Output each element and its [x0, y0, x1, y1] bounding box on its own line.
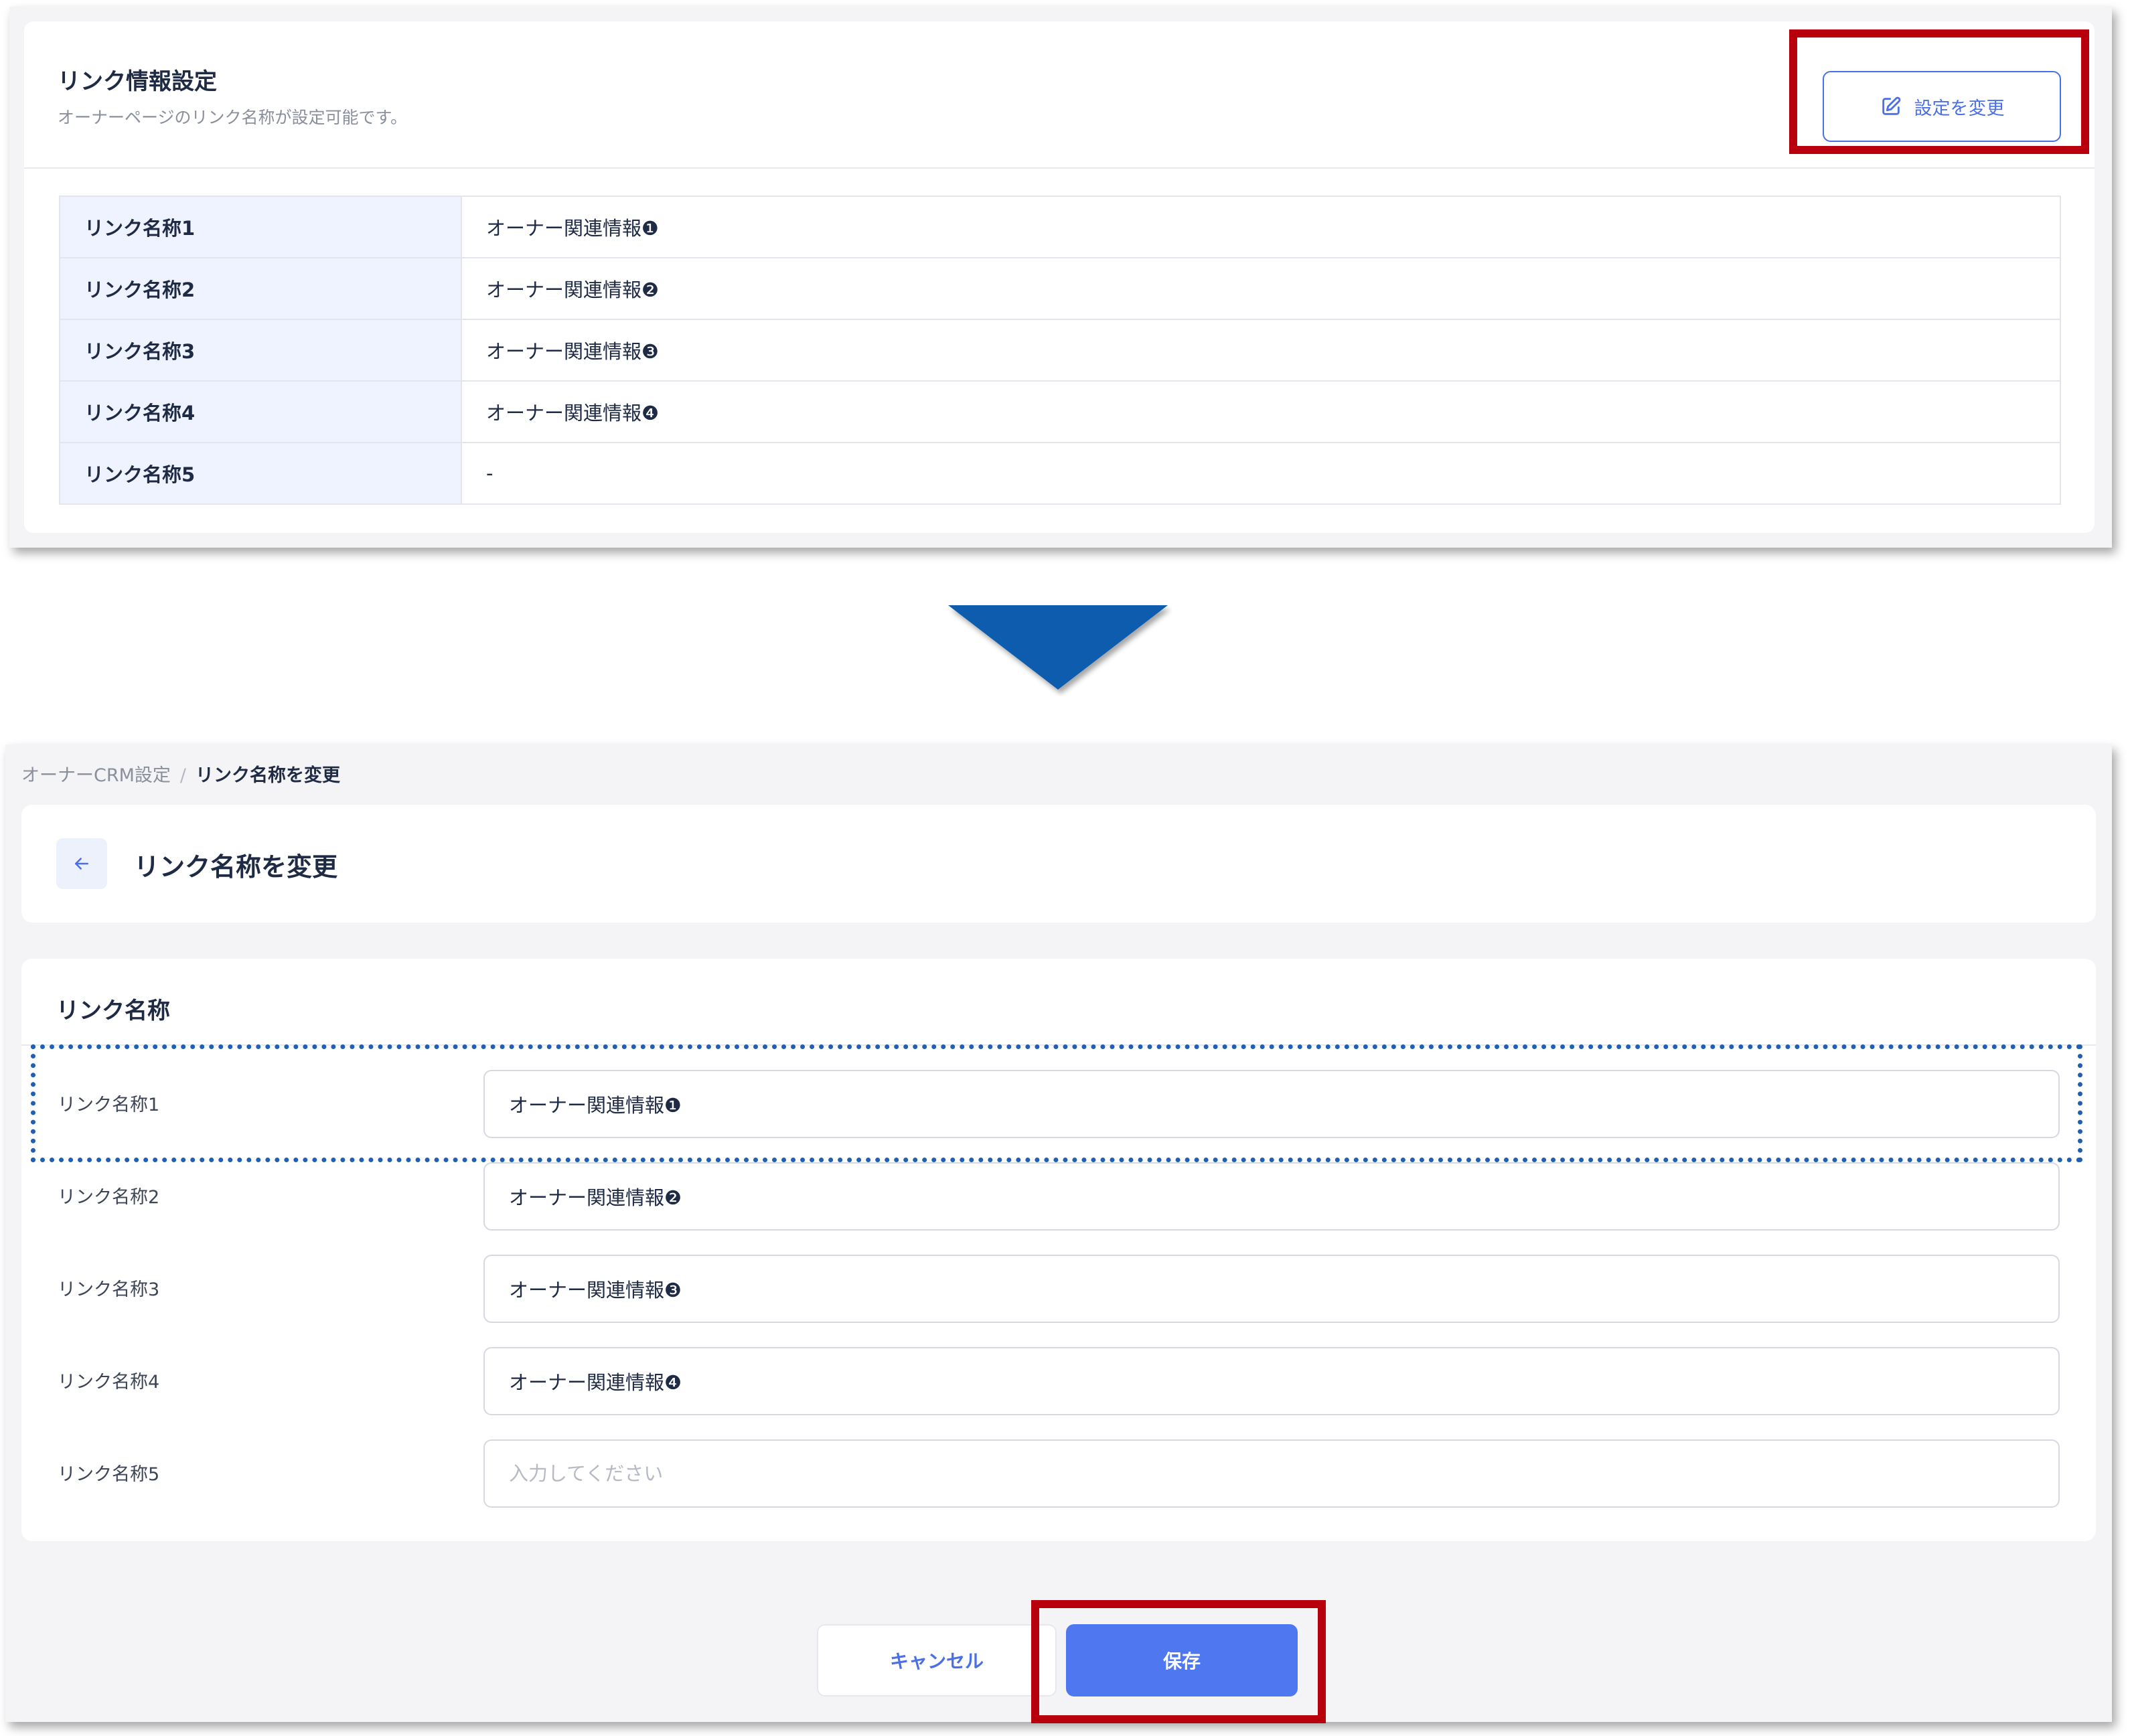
divider	[21, 1044, 2096, 1046]
row-label: リンク名称2	[59, 257, 462, 320]
field-label-5: リンク名称5	[58, 1464, 160, 1485]
page-header: リンク名称を変更	[21, 805, 2096, 923]
row-value: オーナー関連情報❹	[461, 380, 2061, 443]
table-row: リンク名称5 -	[59, 442, 2061, 505]
down-arrow-icon	[948, 605, 1168, 690]
row-label: リンク名称4	[59, 380, 462, 443]
link-name-2-input[interactable]	[483, 1162, 2060, 1231]
row-value: -	[461, 442, 2061, 505]
link-name-5-input[interactable]	[483, 1439, 2060, 1508]
row-value: オーナー関連情報❷	[461, 257, 2061, 320]
arrow-left-icon	[75, 858, 88, 870]
table-row: リンク名称4 オーナー関連情報❹	[59, 380, 2061, 443]
change-settings-label: 設定を変更	[1914, 98, 2005, 119]
link-settings-card: リンク情報設定 オーナーページのリンク名称が設定可能です。 設定を変更 リンク名…	[24, 21, 2095, 533]
field-label-4: リンク名称4	[58, 1372, 160, 1393]
card-subtitle: オーナーページのリンク名称が設定可能です。	[58, 108, 408, 127]
divider	[24, 167, 2095, 169]
cancel-button[interactable]: キャンセル	[817, 1624, 1057, 1696]
row-label: リンク名称5	[59, 442, 462, 505]
field-label-2: リンク名称2	[58, 1187, 160, 1208]
link-name-3-input[interactable]	[483, 1255, 2060, 1323]
field-label-1: リンク名称1	[58, 1095, 160, 1115]
back-button[interactable]	[56, 838, 107, 889]
save-button[interactable]: 保存	[1066, 1624, 1298, 1696]
section-title: リンク名称	[56, 998, 170, 1024]
field-label-3: リンク名称3	[58, 1279, 160, 1300]
link-name-4-input[interactable]	[483, 1347, 2060, 1415]
table-row: リンク名称2 オーナー関連情報❷	[59, 257, 2061, 320]
row-label: リンク名称1	[59, 195, 462, 258]
change-settings-button[interactable]: 設定を変更	[1823, 71, 2061, 142]
row-value: オーナー関連情報❸	[461, 319, 2061, 382]
breadcrumb-current: リンク名称を変更	[196, 765, 341, 786]
edit-icon	[1882, 96, 1900, 115]
row-label: リンク名称3	[59, 319, 462, 382]
table-row: リンク名称1 オーナー関連情報❶	[59, 195, 2061, 258]
link-info-table: リンク名称1 オーナー関連情報❶ リンク名称2 オーナー関連情報❷ リンク名称3…	[59, 195, 2061, 505]
breadcrumb-parent[interactable]: オーナーCRM設定	[21, 765, 171, 786]
link-name-1-input[interactable]	[483, 1070, 2060, 1138]
breadcrumb-separator: /	[179, 765, 187, 786]
screenshot-after: オーナーCRM設定 / リンク名称を変更 リンク名称を変更 リンク名称 リンク名称1…	[5, 744, 2112, 1722]
breadcrumb: オーナーCRM設定 / リンク名称を変更	[21, 761, 340, 787]
screenshot-before: リンク情報設定 オーナーページのリンク名称が設定可能です。 設定を変更 リンク名…	[9, 7, 2112, 548]
table-row: リンク名称3 オーナー関連情報❸	[59, 319, 2061, 382]
card-title: リンク情報設定	[58, 68, 217, 95]
row-value: オーナー関連情報❶	[461, 195, 2061, 258]
link-name-form: リンク名称 リンク名称1 リンク名称2 リンク名称3 リンク名称4 リンク名称5	[21, 959, 2096, 1541]
page-title: リンク名称を変更	[134, 852, 338, 882]
